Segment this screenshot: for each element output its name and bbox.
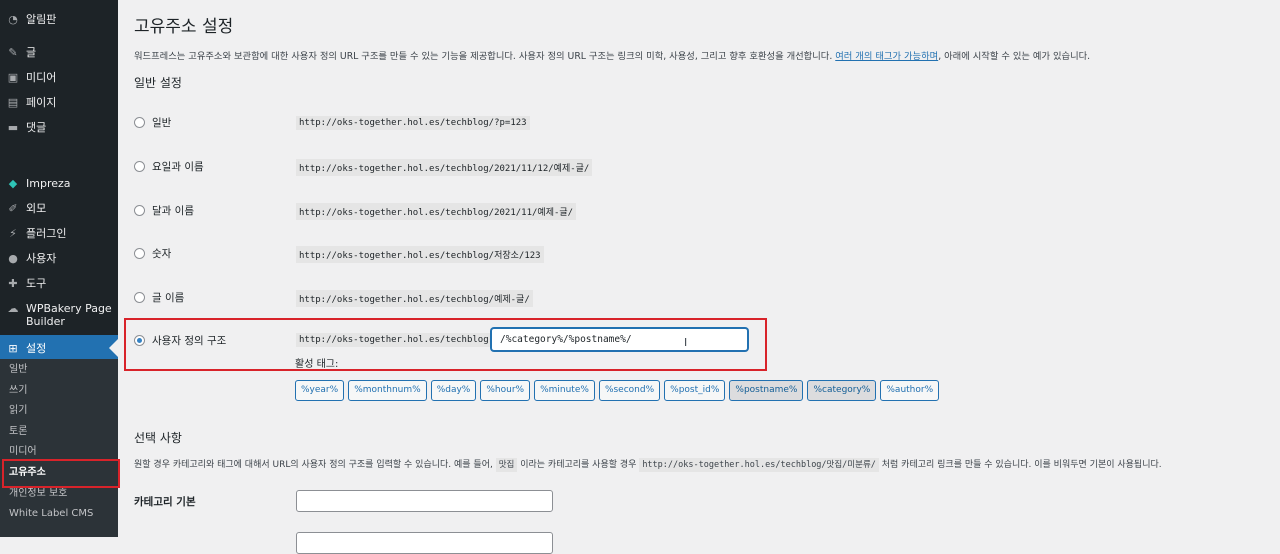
optional-description: 원할 경우 카테고리와 태그에 대해서 URL의 사용자 정의 구조를 입력할 … (134, 458, 1162, 472)
radio-day-name[interactable] (134, 161, 145, 172)
tag-category-button[interactable]: %category% (807, 380, 877, 401)
option-month-name[interactable]: 달과 이름 (134, 203, 194, 218)
radio-numeric[interactable] (134, 248, 145, 259)
category-base-input[interactable] (296, 490, 553, 512)
available-tags: %year% %monthnum% %day% %hour% %minute% … (295, 380, 943, 401)
settings-submenu: 일반 쓰기 읽기 토론 미디어 고유주소 개인정보 보호 White Label… (0, 359, 118, 537)
sidebar-item-users[interactable]: ● 사용자 (0, 247, 118, 272)
settings-icon: ⊞ (8, 342, 18, 355)
page-title: 고유주소 설정 (134, 17, 234, 37)
option-day-name[interactable]: 요일과 이름 (134, 159, 204, 174)
example-month-name: http://oks-together.hol.es/techblog/2021… (296, 203, 577, 220)
brush-icon: ✐ (8, 202, 18, 215)
tag-monthnum-button[interactable]: %monthnum% (348, 380, 427, 401)
example-day-name: http://oks-together.hol.es/techblog/2021… (296, 159, 593, 176)
sidebar-item-wpbakery[interactable]: ☁ WPBakery Page Builder (0, 297, 118, 335)
example-numeric: http://oks-together.hol.es/techblog/저장소/… (296, 246, 544, 263)
option-plain[interactable]: 일반 (134, 115, 171, 130)
sidebar-item-media[interactable]: ▣ 미디어 (0, 66, 118, 91)
media-icon: ▣ (7, 71, 19, 84)
tag-second-button[interactable]: %second% (598, 380, 661, 401)
submenu-general[interactable]: 일반 (0, 360, 118, 381)
tag-post-id-button[interactable]: %post_id% (664, 380, 726, 401)
sidebar-menu-top: ◔ 알림판 ✎ 글 ▣ 미디어 ▤ 페이지 ▬ 댓글 (0, 8, 118, 141)
user-icon: ● (8, 252, 18, 265)
sidebar-item-plugins[interactable]: ⚡ 플러그인 (0, 222, 118, 247)
tag-year-button[interactable]: %year% (295, 380, 345, 401)
option-post-name[interactable]: 글 이름 (134, 290, 184, 305)
sidebar-item-appearance[interactable]: ✐ 외모 (0, 197, 118, 222)
dashboard-icon: ◔ (8, 13, 18, 26)
tag-hour-button[interactable]: %hour% (480, 380, 531, 401)
highlight-custom-structure (124, 318, 767, 371)
radio-month-name[interactable] (134, 205, 145, 216)
radio-plain[interactable] (134, 117, 145, 128)
sidebar-menu-bottom: ◆ Impreza ✐ 외모 ⚡ 플러그인 ● 사용자 ✚ 도구 ☁ WPBakery Pa… (0, 172, 118, 363)
general-settings-heading: 일반 설정 (134, 76, 182, 90)
admin-sidebar: ◔ 알림판 ✎ 글 ▣ 미디어 ▤ 페이지 ▬ 댓글 ◆ Impreza ✐ 외모 ⚡ 플러그인… (0, 0, 120, 537)
submenu-writing[interactable]: 쓰기 (0, 381, 118, 402)
sidebar-item-impreza[interactable]: ◆ Impreza (0, 172, 118, 197)
diamond-icon: ◆ (8, 177, 18, 190)
sidebar-item-posts[interactable]: ✎ 글 (0, 41, 118, 66)
wrench-icon: ✚ (8, 277, 18, 290)
main-content: 고유주소 설정 워드프레스는 고유주소와 보관함에 대한 사용자 정의 URL … (118, 0, 1280, 554)
example-plain: http://oks-together.hol.es/techblog/?p=1… (296, 116, 530, 130)
tag-base-input[interactable] (296, 532, 553, 554)
sidebar-item-comments[interactable]: ▬ 댓글 (0, 116, 118, 141)
tag-minute-button[interactable]: %minute% (534, 380, 595, 401)
radio-post-name[interactable] (134, 292, 145, 303)
pin-icon: ✎ (8, 46, 18, 59)
tag-author-button[interactable]: %author% (880, 380, 940, 401)
option-numeric[interactable]: 숫자 (134, 246, 171, 261)
page-icon: ▤ (7, 96, 19, 109)
sidebar-item-dashboard[interactable]: ◔ 알림판 (0, 8, 118, 33)
example-post-name: http://oks-together.hol.es/techblog/예제-글… (296, 290, 533, 307)
category-base-label: 카테고리 기본 (134, 496, 196, 508)
optional-heading: 선택 사항 (134, 431, 182, 445)
submenu-discussion[interactable]: 토론 (0, 422, 118, 443)
multiple-tags-link[interactable]: 여러 개의 태그가 가능하며 (835, 51, 938, 62)
sidebar-item-tools[interactable]: ✚ 도구 (0, 272, 118, 297)
sidebar-item-pages[interactable]: ▤ 페이지 (0, 91, 118, 116)
tag-day-button[interactable]: %day% (430, 380, 477, 401)
submenu-white-label-cms[interactable]: White Label CMS (0, 504, 118, 525)
cloud-icon: ☁ (7, 302, 19, 315)
page-description: 워드프레스는 고유주소와 보관함에 대한 사용자 정의 URL 구조를 만들 수… (134, 51, 1091, 62)
submenu-reading[interactable]: 읽기 (0, 401, 118, 422)
tag-postname-button[interactable]: %postname% (729, 380, 804, 401)
plugin-icon: ⚡ (9, 227, 17, 240)
highlight-permalinks-menu (2, 459, 120, 488)
comment-icon: ▬ (7, 121, 19, 134)
